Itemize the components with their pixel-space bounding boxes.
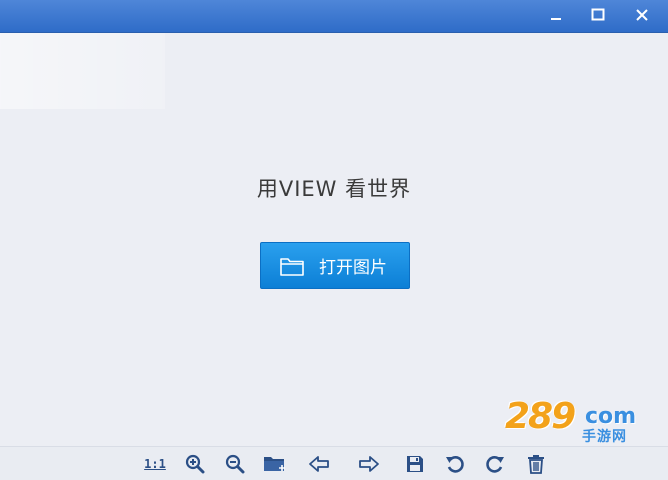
image-canvas[interactable]: 用VIEW 看世界 打开图片 289 com 手游网 bbox=[0, 33, 668, 446]
zoom-in-button[interactable] bbox=[182, 453, 208, 475]
folder-add-icon bbox=[264, 457, 285, 471]
folder-icon bbox=[279, 255, 305, 277]
watermark-number: 289 bbox=[505, 396, 576, 437]
tagline: 用VIEW 看世界 bbox=[256, 177, 412, 201]
close-button[interactable] bbox=[622, 0, 662, 30]
save-icon bbox=[407, 456, 423, 472]
bottom-toolbar: 1:1 bbox=[0, 446, 668, 480]
rotate-right-icon bbox=[486, 456, 504, 473]
arrow-right-icon bbox=[359, 456, 379, 472]
zoom-out-icon bbox=[225, 454, 245, 474]
rotate-left-button[interactable] bbox=[442, 453, 468, 475]
open-image-button[interactable]: 打开图片 bbox=[260, 242, 410, 289]
title-bar bbox=[0, 0, 668, 33]
watermark-text: 手游网 bbox=[582, 429, 627, 445]
open-image-label: 打开图片 bbox=[319, 258, 387, 278]
rotate-right-button[interactable] bbox=[482, 453, 508, 475]
trash-icon bbox=[528, 455, 544, 474]
next-button[interactable] bbox=[356, 453, 382, 475]
zoom-out-button[interactable] bbox=[222, 453, 248, 475]
previous-button[interactable] bbox=[306, 453, 332, 475]
save-button[interactable] bbox=[402, 453, 428, 475]
zoom-in-icon bbox=[185, 454, 205, 474]
maximize-icon bbox=[591, 8, 605, 21]
arrow-left-icon bbox=[309, 456, 329, 472]
open-folder-button[interactable] bbox=[262, 453, 288, 475]
actual-size-button[interactable]: 1:1 bbox=[142, 453, 168, 475]
maximize-button[interactable] bbox=[580, 0, 616, 30]
watermark-logo: 289 com 手游网 bbox=[505, 396, 645, 445]
rotate-left-icon bbox=[446, 456, 464, 473]
minimize-button[interactable] bbox=[538, 0, 574, 30]
close-icon bbox=[636, 9, 648, 21]
minimize-icon bbox=[551, 18, 561, 20]
delete-button[interactable] bbox=[523, 453, 549, 475]
ghost-overlay bbox=[0, 33, 165, 109]
